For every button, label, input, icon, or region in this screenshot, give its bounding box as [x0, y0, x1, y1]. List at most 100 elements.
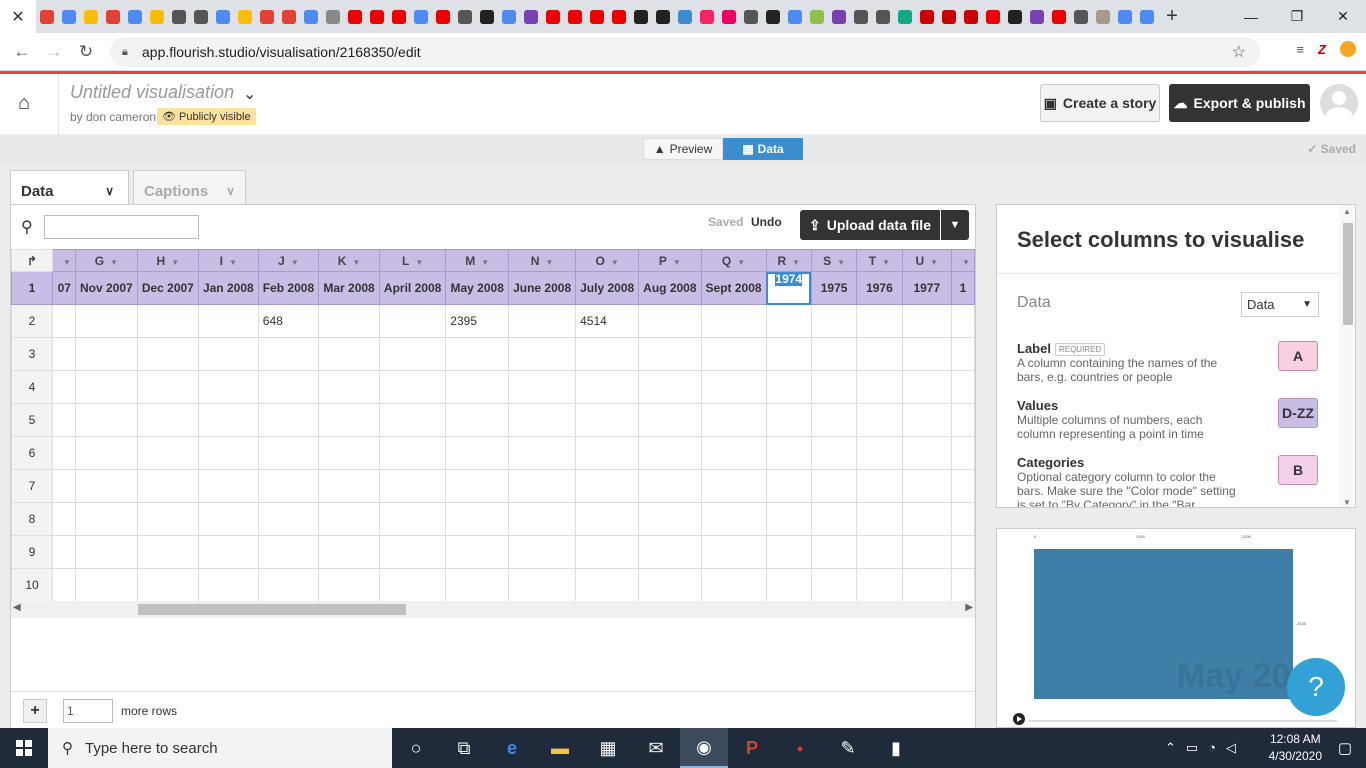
back-icon[interactable]: ←	[6, 42, 38, 62]
table-cell[interactable]: 1976	[856, 271, 903, 305]
table-cell[interactable]	[445, 370, 510, 404]
tab-favicon[interactable]	[520, 0, 542, 33]
tab-favicon[interactable]	[630, 0, 652, 33]
table-cell[interactable]	[575, 469, 640, 503]
table-cell[interactable]	[810, 436, 858, 470]
table-cell[interactable]	[197, 304, 259, 338]
address-bar[interactable]: 🔒︎ app.flourish.studio/visualisation/216…	[110, 37, 1260, 67]
file-explorer-icon[interactable]: ▬	[536, 728, 584, 768]
notifications-icon[interactable]: ▢	[1338, 739, 1352, 757]
tab-favicon[interactable]	[542, 0, 564, 33]
table-cell[interactable]	[638, 436, 702, 470]
table-cell[interactable]	[575, 403, 640, 437]
column-header[interactable]: M ▼	[445, 249, 510, 272]
tab-favicon[interactable]	[102, 0, 124, 33]
chrome-icon[interactable]: ◉	[680, 728, 728, 768]
table-cell[interactable]	[810, 469, 858, 503]
table-cell[interactable]	[136, 502, 199, 536]
table-cell[interactable]: 1977	[901, 271, 953, 305]
upload-data-file-button[interactable]: ⇪ Upload data file	[800, 210, 940, 240]
preview-tab[interactable]: ▲ Preview	[643, 138, 723, 160]
table-cell[interactable]	[951, 469, 975, 503]
table-cell[interactable]	[257, 535, 320, 569]
tab-favicon[interactable]	[124, 0, 146, 33]
column-header[interactable]: I ▼	[197, 249, 259, 272]
row-number[interactable]: 1	[11, 271, 53, 305]
tab-favicon[interactable]	[872, 0, 894, 33]
tab-favicon[interactable]	[190, 0, 212, 33]
column-header[interactable]: P ▼	[638, 249, 702, 272]
table-cell[interactable]	[74, 568, 138, 601]
table-cell[interactable]	[810, 502, 858, 536]
table-cell[interactable]	[136, 337, 199, 371]
table-cell[interactable]	[765, 403, 812, 437]
create-story-button[interactable]: ▣ Create a story	[1040, 84, 1160, 122]
table-cell[interactable]	[197, 436, 259, 470]
table-cell[interactable]	[52, 337, 76, 371]
table-cell[interactable]	[951, 304, 975, 338]
column-menu-caret-icon[interactable]: ▼	[291, 258, 299, 267]
scrollbar-thumb[interactable]	[138, 604, 406, 615]
reading-list-icon[interactable]: ≡	[1296, 42, 1304, 57]
table-cell[interactable]	[318, 436, 380, 470]
table-cell[interactable]	[378, 502, 447, 536]
table-cell[interactable]: Feb 2008	[257, 271, 320, 305]
wifi-icon[interactable]: ◔	[1208, 740, 1216, 756]
column-menu-caret-icon[interactable]: ▼	[962, 258, 970, 267]
tab-favicon[interactable]	[344, 0, 366, 33]
column-menu-caret-icon[interactable]: ▼	[792, 258, 800, 267]
table-cell[interactable]: Dec 2007	[136, 271, 199, 305]
tab-favicon[interactable]	[432, 0, 454, 33]
table-cell[interactable]	[74, 304, 138, 338]
table-cell[interactable]	[901, 337, 953, 371]
recorder-icon[interactable]: ▮	[872, 728, 920, 768]
table-cell[interactable]	[638, 568, 702, 601]
table-cell[interactable]	[951, 436, 975, 470]
tab-favicon[interactable]	[1048, 0, 1070, 33]
table-cell[interactable]	[197, 568, 259, 601]
table-cell[interactable]	[52, 304, 76, 338]
windows-start-icon[interactable]	[0, 728, 48, 768]
table-cell[interactable]	[136, 469, 199, 503]
table-cell[interactable]	[638, 337, 702, 371]
restore-icon[interactable]: ❐	[1274, 0, 1320, 33]
tab-favicon[interactable]	[784, 0, 806, 33]
table-cell[interactable]	[74, 469, 138, 503]
tab-favicon[interactable]	[828, 0, 850, 33]
column-header[interactable]: R ▼	[765, 249, 812, 272]
tab-favicon[interactable]	[762, 0, 784, 33]
profile-icon[interactable]	[1340, 41, 1356, 57]
label-column-input[interactable]: A	[1278, 341, 1318, 371]
table-cell[interactable]: 07	[52, 271, 76, 305]
tab-favicon[interactable]	[586, 0, 608, 33]
table-cell[interactable]	[810, 535, 858, 569]
table-cell[interactable]	[378, 403, 447, 437]
column-menu-caret-icon[interactable]: ▼	[110, 258, 118, 267]
column-menu-caret-icon[interactable]: ▼	[171, 258, 179, 267]
visualisation-title[interactable]: Untitled visualisation	[70, 82, 234, 103]
column-header[interactable]: H ▼	[136, 249, 199, 272]
table-cell[interactable]	[856, 469, 903, 503]
table-cell[interactable]: 1	[951, 271, 975, 305]
table-cell[interactable]	[951, 403, 975, 437]
table-cell[interactable]	[901, 403, 953, 437]
table-cell[interactable]: July 2008	[575, 271, 640, 305]
tab-favicon[interactable]	[916, 0, 938, 33]
table-cell[interactable]	[257, 436, 320, 470]
panel-vertical-scrollbar[interactable]: ▲ ▼	[1339, 205, 1355, 507]
table-cell[interactable]: 4514	[575, 304, 640, 338]
table-cell[interactable]: Aug 2008	[638, 271, 702, 305]
task-view-icon[interactable]: ⧉	[440, 728, 488, 768]
table-cell[interactable]	[700, 469, 767, 503]
table-cell[interactable]	[257, 403, 320, 437]
column-header[interactable]: O ▼	[575, 249, 640, 272]
table-cell[interactable]	[638, 403, 702, 437]
column-header[interactable]: U ▼	[901, 249, 953, 272]
table-cell[interactable]: Mar 2008	[318, 271, 380, 305]
table-cell[interactable]	[136, 304, 199, 338]
tab-favicon[interactable]	[322, 0, 344, 33]
column-menu-caret-icon[interactable]: ▼	[611, 258, 619, 267]
tab-favicon[interactable]	[300, 0, 322, 33]
table-cell[interactable]	[445, 568, 510, 601]
table-cell[interactable]	[575, 436, 640, 470]
